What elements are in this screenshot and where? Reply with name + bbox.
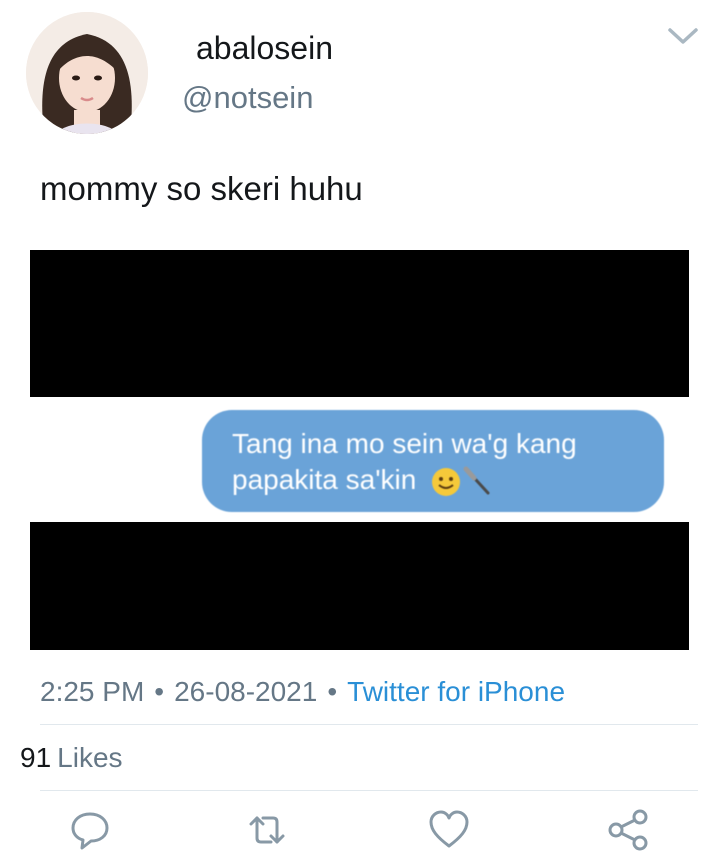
likes-summary[interactable]: 91 Likes <box>20 742 123 774</box>
likes-label: Likes <box>57 742 123 773</box>
separator-dot: • <box>154 676 165 707</box>
separator-dot: • <box>327 676 338 707</box>
heart-icon[interactable] <box>427 808 471 852</box>
retweet-icon[interactable] <box>245 808 289 852</box>
redaction-bar-top <box>30 250 689 397</box>
chevron-down-icon[interactable] <box>666 24 700 48</box>
tweet-text: mommy so skeri huhu <box>40 170 363 207</box>
message-line-2: papakita sa'kin <box>232 462 664 499</box>
display-name[interactable]: abalosein <box>196 30 333 67</box>
user-handle[interactable]: @notsein <box>182 80 313 116</box>
divider <box>40 790 698 791</box>
tweet-media[interactable]: Tang ina mo sein wa'g kang papakita sa'k… <box>30 250 689 650</box>
reply-icon[interactable] <box>68 808 112 852</box>
redaction-bar-bottom <box>30 522 689 650</box>
divider <box>40 724 698 725</box>
share-icon[interactable] <box>606 808 650 852</box>
tweet-time: 2:25 PM <box>40 676 145 707</box>
message-line-1: Tang ina mo sein wa'g kang <box>232 428 577 459</box>
smile-knife-emoji-icon <box>432 466 490 496</box>
message-line-2-text: papakita sa'kin <box>232 464 417 495</box>
message-bubble: Tang ina mo sein wa'g kang papakita sa'k… <box>202 410 664 512</box>
avatar-image <box>26 12 148 134</box>
likes-count: 91 <box>20 742 52 773</box>
tweet-meta: 2:25 PM • 26-08-2021 • Twitter for iPhone <box>40 676 565 708</box>
avatar[interactable] <box>26 12 148 134</box>
tweet-date: 26-08-2021 <box>174 676 318 707</box>
tweet-source-link[interactable]: Twitter for iPhone <box>347 676 565 707</box>
